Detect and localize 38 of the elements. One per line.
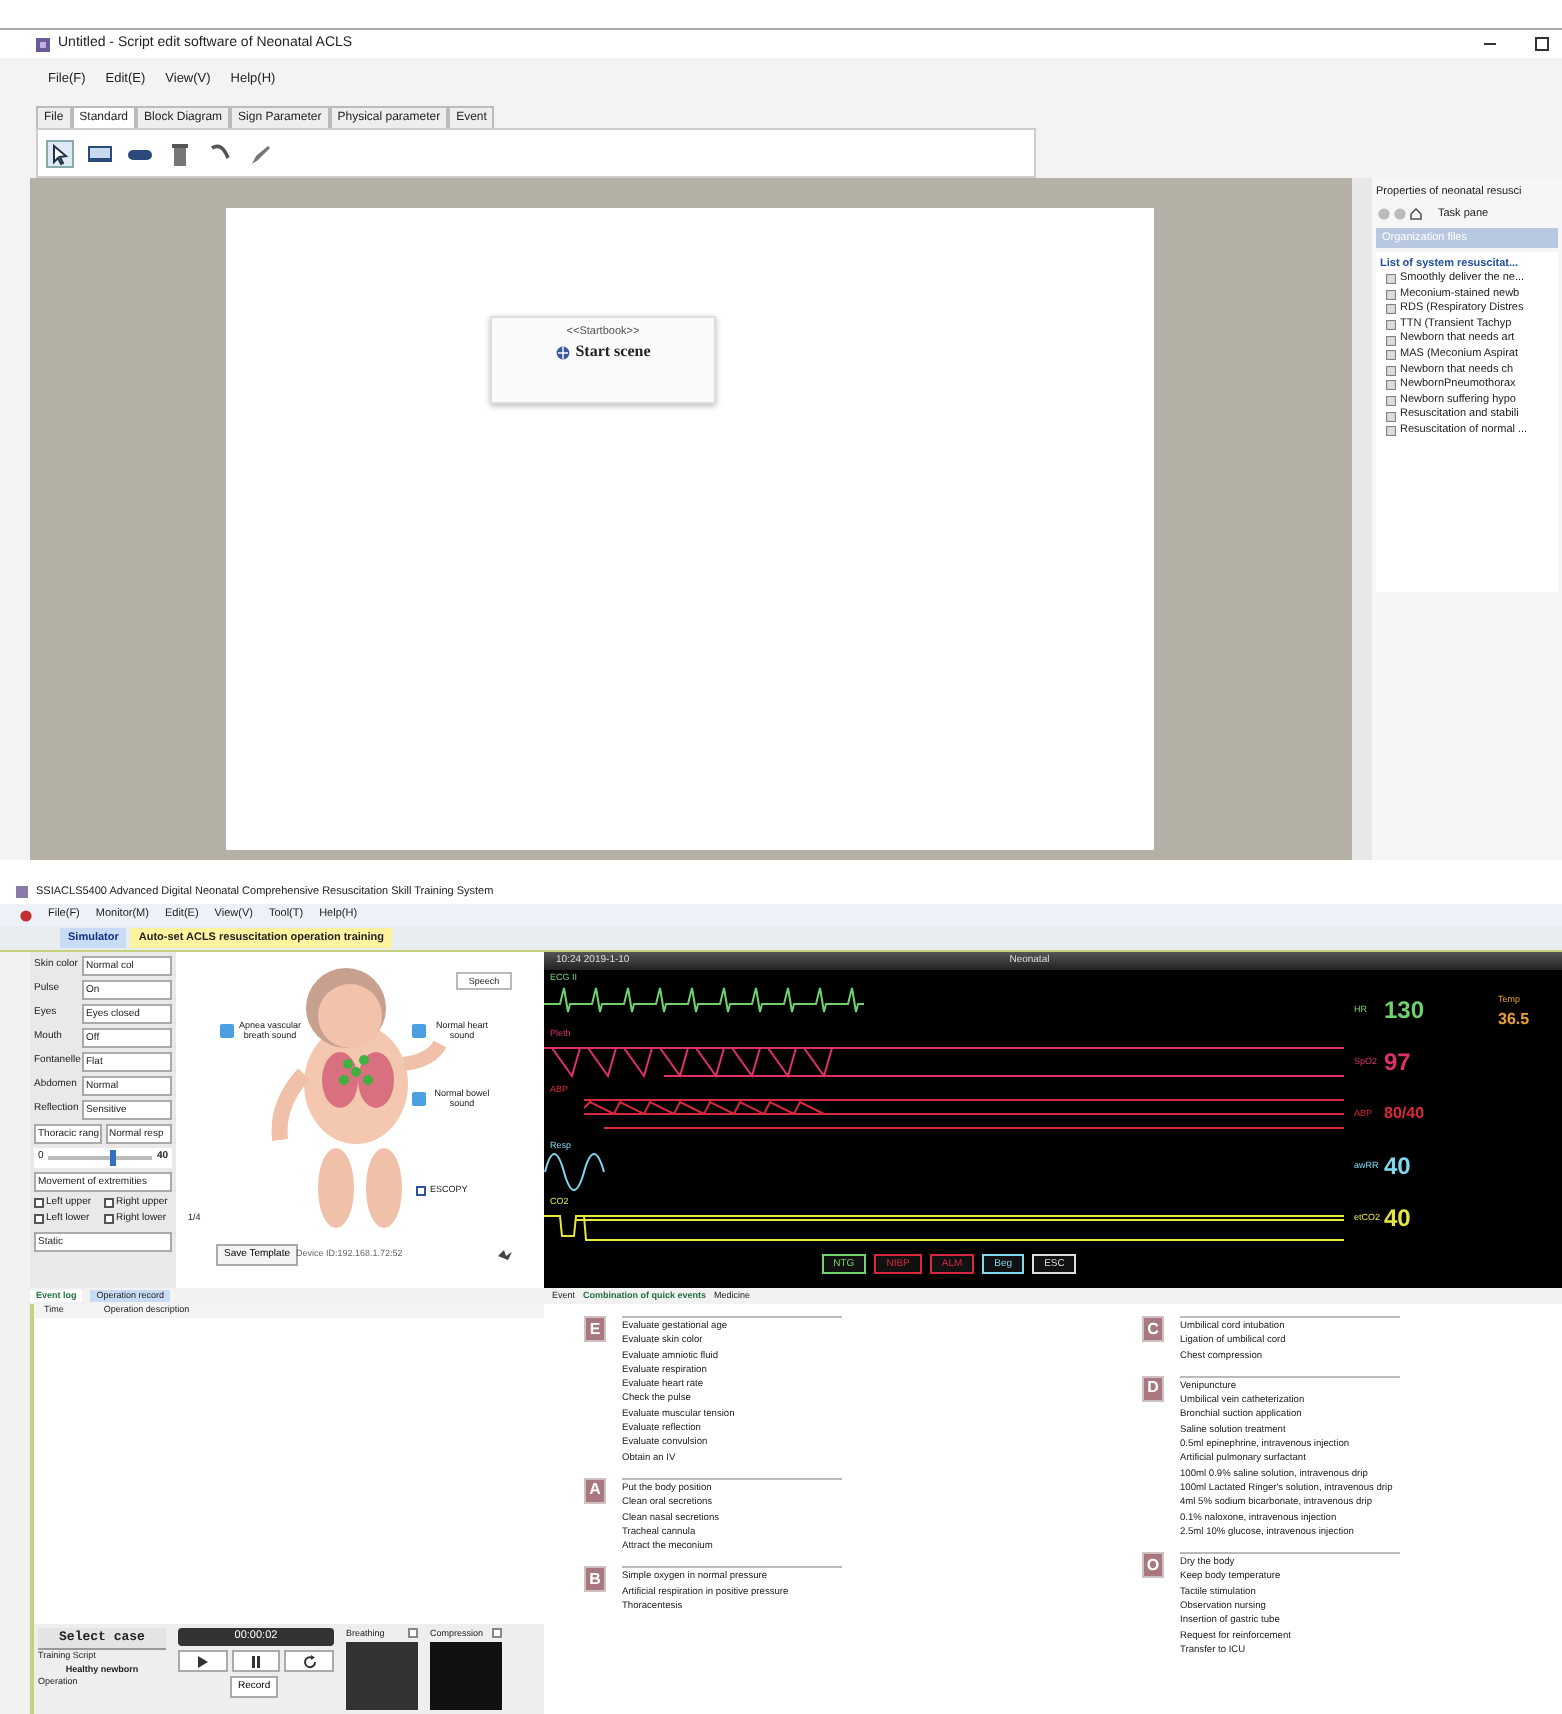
checkbox[interactable] [34,1197,44,1208]
speaker-icon[interactable] [412,1023,426,1037]
vital-value: 130 [1384,994,1425,1028]
checkbox[interactable] [104,1214,114,1225]
group-letter: C [1142,1316,1164,1342]
vital-value: 36.5 [1498,1007,1532,1032]
vital-value: 80/40 [1384,1102,1425,1126]
group-letter: D [1142,1375,1164,1402]
group-letter: A [584,1477,606,1504]
speaker-icon[interactable] [220,1023,234,1037]
group-letter: E [584,1316,606,1342]
expand-button[interactable] [408,1628,418,1638]
home-icon[interactable] [1410,208,1422,221]
bird-icon [496,1246,514,1262]
slider-thumb[interactable] [110,1149,117,1166]
vital-value: 97 [1384,1046,1411,1080]
refresh-icon[interactable] [301,1653,318,1669]
slider-track[interactable] [47,1155,153,1160]
play-icon[interactable] [194,1653,211,1669]
vital-value: 40 [1384,1202,1411,1236]
globe-icon [555,345,570,360]
app-icon [36,37,50,51]
gauge-placeholder [430,1641,502,1710]
node-label: Start scene [575,340,651,365]
checkbox[interactable] [34,1214,44,1225]
trash-icon[interactable] [166,139,194,167]
lung-scan-placeholder [346,1641,418,1710]
scrollbar[interactable] [1352,178,1372,860]
checkbox[interactable] [416,1185,426,1196]
pointer-icon[interactable] [46,139,74,167]
maximize-icon[interactable] [1534,36,1550,52]
group-letter: O [1142,1552,1164,1579]
vital-value: 40 [1384,1150,1411,1184]
expand-button[interactable] [492,1628,502,1638]
pause-icon[interactable] [248,1653,264,1669]
checkbox[interactable] [104,1197,114,1208]
group-letter: B [584,1566,606,1593]
speaker-icon[interactable] [412,1091,426,1105]
